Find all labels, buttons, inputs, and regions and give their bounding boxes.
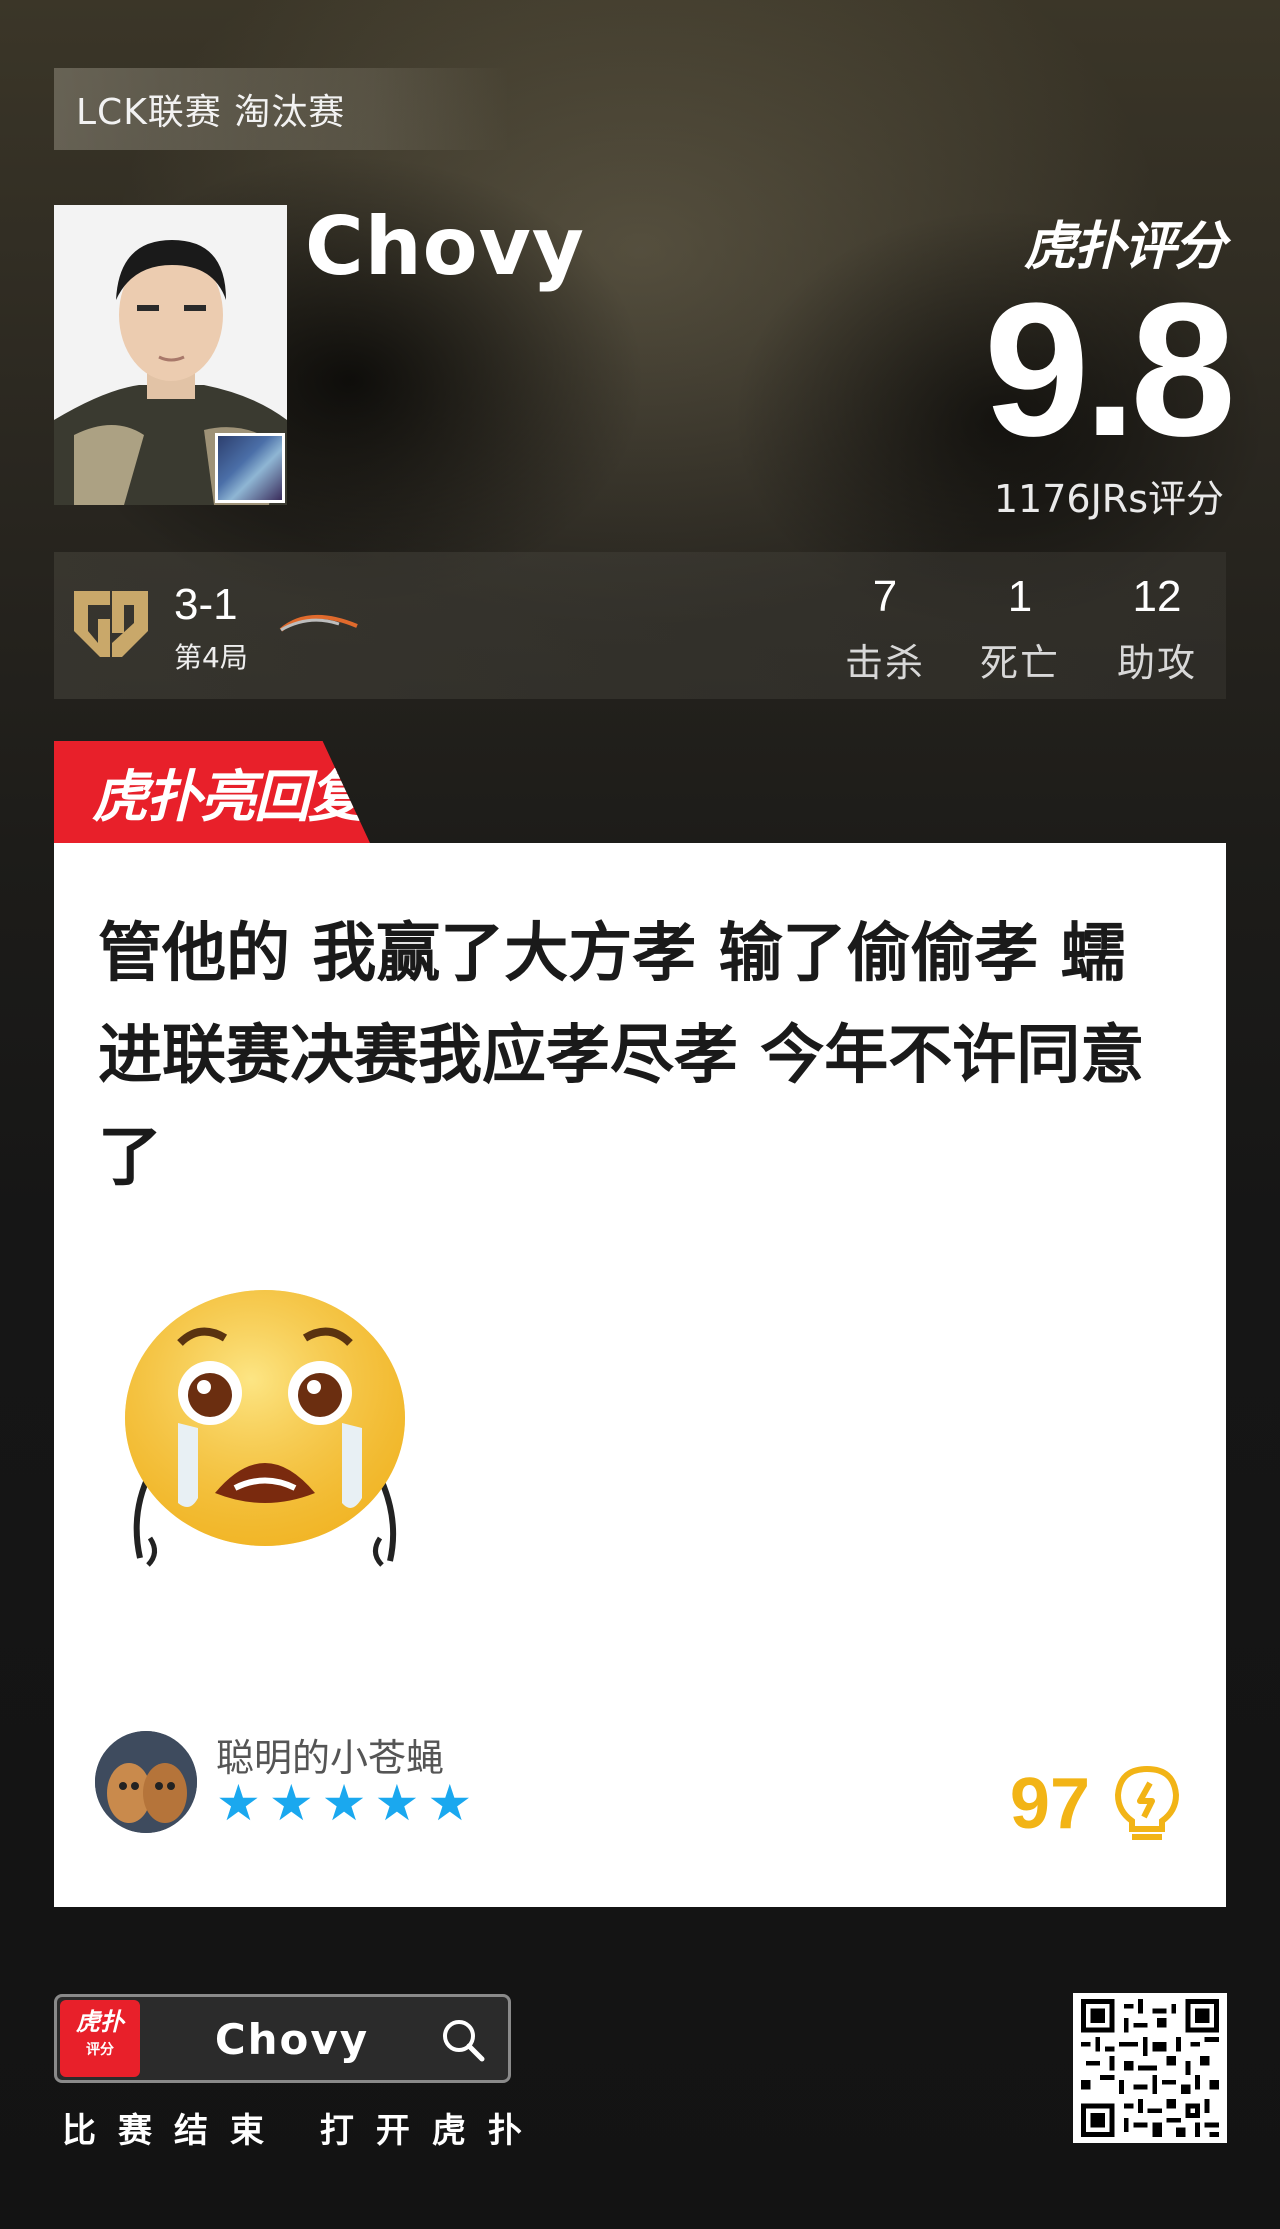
- highlight-reply-badge: 虎扑亮回复: [54, 741, 370, 843]
- match-summary: 3-1 第4局 7 击杀 1 死亡 12 助攻: [54, 552, 1226, 699]
- stat-deaths-value: 1: [1007, 572, 1033, 621]
- lightbulb-icon[interactable]: [1112, 1765, 1182, 1843]
- hupu-app-logo: 虎扑 评分: [60, 2000, 140, 2077]
- user-avatar[interactable]: [95, 1731, 197, 1833]
- comment-text: 管他的 我赢了大方孝 输了偷偷孝 蠕进联赛决赛我应孝尽孝 今年不许同意了: [98, 917, 1145, 1195]
- star-icon: ★: [321, 1774, 367, 1832]
- star-icon: ★: [427, 1774, 473, 1832]
- app-logo-text: 虎扑: [76, 2008, 124, 2036]
- player-name: Chovy: [305, 200, 585, 293]
- star-icon: ★: [374, 1774, 420, 1832]
- team-swoosh-icon: [279, 615, 358, 632]
- qr-code-image: [1081, 1999, 1219, 2137]
- stat-assists: 12 助攻: [1097, 572, 1217, 687]
- qr-code[interactable]: [1073, 1993, 1227, 2143]
- search-icon[interactable]: [438, 2015, 488, 2065]
- app-logo-sub: 评分: [86, 2042, 114, 2058]
- user-rating-stars: ★ ★ ★ ★ ★: [216, 1778, 472, 1828]
- stat-kills-label: 击杀: [844, 641, 925, 685]
- gen-g-logo-icon: [74, 591, 148, 657]
- comment-card: 管他的 我赢了大方孝 输了偷偷孝 蠕进联赛决赛我应孝尽孝 今年不许同意了 聪明的…: [54, 843, 1226, 1907]
- search-text: Chovy: [214, 2015, 370, 2064]
- player-photo: [54, 205, 287, 505]
- stat-deaths: 1 死亡: [960, 572, 1080, 687]
- score-count: 1176JRs评分: [993, 477, 1224, 521]
- stage-tag: LCK联赛 淘汰赛: [54, 68, 509, 150]
- match-game: 第4局: [174, 641, 248, 674]
- light-count: 97: [1009, 1764, 1090, 1844]
- footer-caption: 比赛结束 打开虎扑: [62, 2111, 544, 2151]
- star-icon: ★: [216, 1774, 261, 1832]
- stat-kills-value: 7: [872, 572, 898, 621]
- stat-assists-value: 12: [1132, 572, 1182, 621]
- star-icon: ★: [268, 1774, 314, 1832]
- champion-icon: [215, 433, 285, 503]
- stat-kills: 7 击杀: [825, 572, 945, 687]
- stat-assists-label: 助攻: [1116, 641, 1197, 685]
- score-value: 9.8: [983, 264, 1236, 476]
- stat-deaths-label: 死亡: [979, 641, 1060, 685]
- app-search-box[interactable]: 虎扑 评分 Chovy: [54, 1994, 511, 2083]
- crying-emoji-icon: [120, 1283, 410, 1583]
- match-score: 3-1: [174, 580, 238, 629]
